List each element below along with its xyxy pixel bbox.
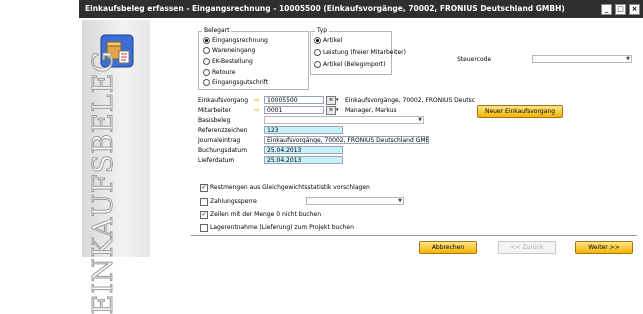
neuer-einkaufsvorgang-button[interactable]: Neuer Einkaufsvorgang [477,105,563,118]
radio-wareneingang[interactable] [203,47,210,54]
lieferdatum-field[interactable]: 25.04.2013 [264,156,343,164]
side-panel: EINKAUFSBELEG [82,20,150,314]
zurueck-button[interactable]: << Zurück [498,241,556,254]
steuercode-dropdown[interactable]: ▼ [532,55,632,63]
separator [191,235,637,236]
radio-retoure[interactable] [203,69,210,76]
list-icon[interactable]: ≡ [326,96,336,105]
buchungsdatum-field[interactable]: 25.04.2013 [264,146,343,154]
restmengen-checkbox[interactable]: ✓ [200,184,208,192]
einkaufsvorgang-description: Einkaufsvorgänge, 70002, FRONIUS Deutsc [345,97,476,104]
einkaufsvorgang-field[interactable]: 10005500 [264,96,324,104]
journaleintrag-label: Journaleintrag [198,137,241,144]
radio-artikel[interactable] [314,37,321,44]
referenzzeichen-label: Referenzzeichen [198,127,248,134]
chevron-down-icon[interactable]: ▾ [336,97,339,103]
radio-label: Eingangsrechnung [212,37,268,44]
journaleintrag-field[interactable]: Einkaufsvorgänge, 70002, FRONIUS Deutsch… [264,136,429,144]
einkaufsvorgang-label: Einkaufsvorgang [198,97,249,104]
zahlungssperre-checkbox[interactable] [200,198,208,206]
checkbox-label: Zahlungssperre [210,198,257,205]
radio-label: Artikel [323,37,343,44]
lagerentnahme-checkbox[interactable] [200,224,208,232]
weiter-button[interactable]: Weiter >> [575,241,633,254]
mitarbeiter-label: Mitarbeiter [198,107,232,114]
radio-eingangsrechnung[interactable] [203,37,210,44]
chevron-down-icon: ▼ [626,56,630,62]
radio-label: Wareneingang [212,47,256,54]
arrow-right-icon[interactable]: ⇨ [254,107,263,114]
chevron-down-icon[interactable]: ▾ [336,107,339,113]
radio-leistung[interactable] [314,49,321,56]
close-icon[interactable]: × [629,4,640,15]
list-icon[interactable]: ≡ [326,106,336,115]
window-title: Einkaufsbeleg erfassen - Eingangsrechnun… [85,4,565,13]
buchungsdatum-label: Buchungsdatum [198,147,248,154]
radio-ek-bestellung[interactable] [203,58,210,65]
abbrechen-button[interactable]: Abbrechen [419,241,477,254]
steuercode-label: Steuercode [457,56,492,63]
lieferdatum-label: Lieferdatum [198,157,235,164]
typ-legend: Typ [315,27,330,34]
basisbeleg-dropdown[interactable]: ▼ [264,116,424,124]
dialog-window: Einkaufsbeleg erfassen - Eingangsrechnun… [79,0,643,314]
radio-eingangsgutschrift[interactable] [203,79,210,86]
radio-label: Artikel (Belegimport) [323,61,386,68]
checkbox-label: Restmengen aus Gleichgewichtsstatistik v… [210,184,370,191]
radio-artikel-belegimport[interactable] [314,61,321,68]
checkbox-label: Zeilen mit der Menge 0 nicht buchen [210,211,322,218]
minimize-icon[interactable]: _ [601,4,612,15]
radio-label: EK-Bestellung [212,58,253,65]
belegart-legend: Belegart [202,27,232,34]
chevron-down-icon: ▼ [418,117,422,123]
checkbox-label: Lagerentnahme (Lieferung) zum Projekt bu… [210,224,354,231]
radio-label: Retoure [212,69,236,76]
arrow-right-icon[interactable]: ⇨ [254,97,263,104]
maximize-icon[interactable]: □ [615,4,626,15]
mitarbeiter-field[interactable]: 0001 [264,106,324,114]
mitarbeiter-description: Manager, Markus [345,107,397,114]
radio-label: Leistung (freier Mitarbeiter) [323,49,406,56]
title-bar[interactable]: Einkaufsbeleg erfassen - Eingangsrechnun… [79,0,643,18]
side-caption: EINKAUFSBELEG [88,50,120,314]
referenzzeichen-field[interactable]: 123 [264,126,343,134]
zeilen-menge-checkbox[interactable]: ✓ [200,211,208,219]
radio-label: Eingangsgutschrift [212,79,269,86]
zahlungssperre-dropdown[interactable]: ▼ [306,197,404,205]
basisbeleg-label: Basisbeleg [198,117,231,124]
chevron-down-icon: ▼ [398,198,402,204]
